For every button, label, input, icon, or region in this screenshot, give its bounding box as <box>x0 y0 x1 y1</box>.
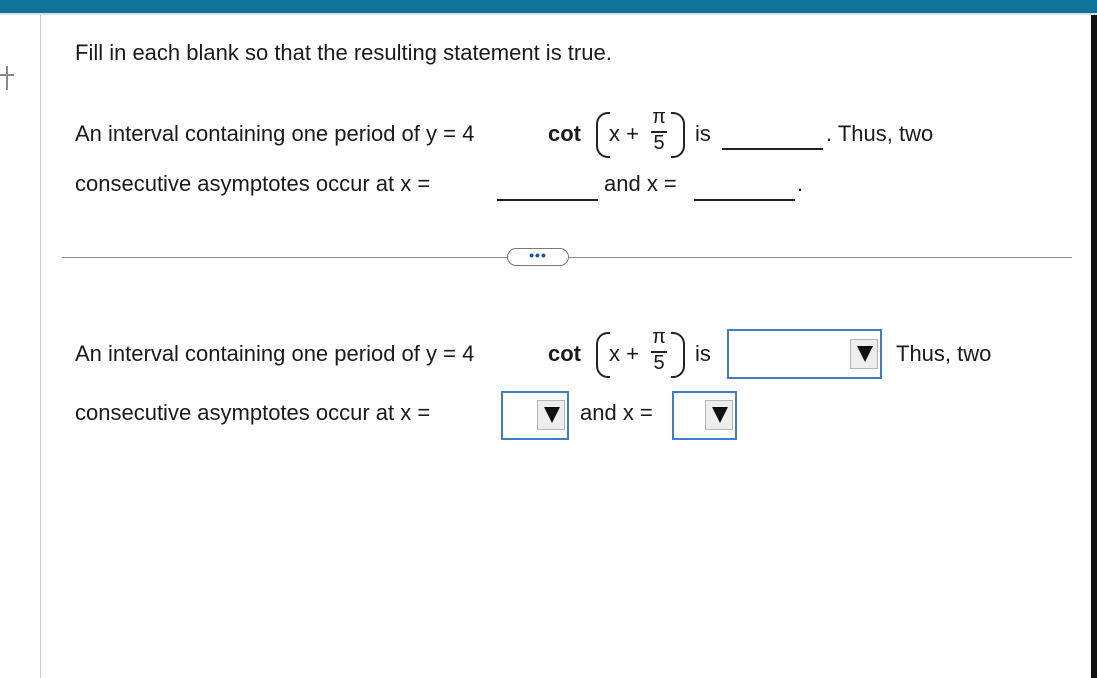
left-paren <box>596 112 610 158</box>
caret-down-icon <box>544 407 560 423</box>
is-text: is <box>695 341 711 366</box>
period-mark: . <box>797 171 804 196</box>
statement-intro: An interval containing one period of y =… <box>75 121 475 146</box>
left-paren <box>596 332 610 378</box>
right-edge <box>1091 15 1097 678</box>
statement-intro: An interval containing one period of y =… <box>75 341 475 366</box>
asymptote1-dropdown[interactable] <box>501 391 569 440</box>
fraction-numerator: π <box>652 326 666 348</box>
top-bar <box>0 0 1097 13</box>
x-plus: x + <box>609 341 639 366</box>
asymptote2-dropdown[interactable] <box>672 391 737 440</box>
and-x-text: and x = <box>580 400 653 425</box>
dropdown-arrow-button[interactable] <box>850 339 878 369</box>
asymptote1-blank <box>497 199 598 201</box>
x-plus: x + <box>609 121 639 146</box>
caret-down-icon <box>712 407 728 423</box>
and-x-text: and x = <box>604 171 677 196</box>
top-bar-accent <box>0 13 1097 15</box>
is-text: is <box>695 121 711 146</box>
interval-dropdown[interactable] <box>727 329 882 379</box>
thus-two-text: . Thus, two <box>826 121 934 146</box>
line2-text: consecutive asymptotes occur at x = <box>75 171 431 196</box>
fraction-denominator: 5 <box>653 132 665 154</box>
dropdown-arrow-button[interactable] <box>537 400 565 430</box>
cot-label: cot <box>548 341 581 366</box>
thus-two-text: Thus, two <box>896 341 992 366</box>
right-paren <box>671 112 685 158</box>
left-border <box>40 15 41 678</box>
fraction-numerator: π <box>652 106 666 128</box>
caret-down-icon <box>857 346 873 362</box>
side-tab-marker-vertical <box>6 66 8 90</box>
right-paren <box>671 332 685 378</box>
more-options-button[interactable]: ••• <box>507 248 569 266</box>
dropdown-arrow-button[interactable] <box>705 400 733 430</box>
asymptote2-blank <box>694 199 795 201</box>
line2-text: consecutive asymptotes occur at x = <box>75 400 431 425</box>
fraction-denominator: 5 <box>653 352 665 374</box>
instruction-text: Fill in each blank so that the resulting… <box>75 40 612 65</box>
interval-blank <box>722 148 823 150</box>
cot-label: cot <box>548 121 581 146</box>
